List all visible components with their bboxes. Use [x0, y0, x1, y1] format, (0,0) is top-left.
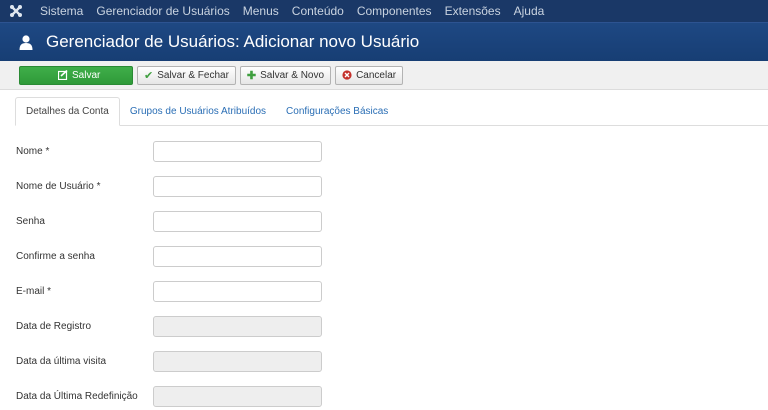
page-title: Gerenciador de Usuários: Adicionar novo …	[46, 32, 420, 51]
confirme-senha-input[interactable]	[153, 245, 322, 267]
edit-icon	[58, 70, 68, 80]
tab-grupos-usuarios[interactable]: Grupos de Usuários Atribuídos	[120, 97, 276, 125]
save-new-button-label: Salvar & Novo	[260, 69, 325, 81]
nome-usuario-label: Nome de Usuário *	[16, 180, 101, 192]
top-navbar: Sistema Gerenciador de Usuários Menus Co…	[0, 0, 768, 22]
ultima-redefinicao-label: Data da Última Redefinição	[16, 390, 138, 402]
save-button-label: Salvar	[72, 69, 101, 81]
menu-item-extensoes[interactable]: Extensões	[439, 0, 508, 22]
joomla-logo-icon[interactable]	[8, 3, 24, 19]
tab-detalhes-conta[interactable]: Detalhes da Conta	[15, 97, 120, 126]
nome-usuario-input[interactable]	[153, 175, 322, 197]
page-header: Gerenciador de Usuários: Adicionar novo …	[0, 22, 768, 61]
save-new-button[interactable]: ✚ Salvar & Novo	[239, 65, 332, 85]
data-registro-field	[153, 315, 322, 337]
plus-icon: ✚	[246, 69, 257, 82]
tab-configuracoes-basicas[interactable]: Configurações Básicas	[276, 97, 398, 125]
ultima-visita-label: Data da última visita	[16, 355, 107, 367]
form-row-ultima-visita: Data da última visita	[16, 350, 322, 372]
form-row-nome-usuario: Nome de Usuário *	[16, 175, 322, 197]
ultima-visita-field	[153, 350, 322, 372]
cancel-circle-icon	[342, 70, 352, 80]
menu-item-menus[interactable]: Menus	[237, 0, 286, 22]
form-row-email: E-mail *	[16, 280, 322, 302]
save-button[interactable]: Salvar	[19, 65, 133, 85]
email-label: E-mail *	[16, 285, 52, 297]
form-row-data-registro: Data de Registro	[16, 315, 322, 337]
nome-label: Nome *	[16, 145, 50, 157]
menu-item-conteudo[interactable]: Conteúdo	[286, 0, 351, 22]
form-row-nome: Nome *	[16, 140, 322, 162]
form-row-ultima-redefinicao: Data da Última Redefinição	[16, 385, 322, 407]
toolbar: Salvar ✔ Salvar & Fechar ✚ Salvar & Novo…	[0, 61, 768, 90]
main-menu: Sistema Gerenciador de Usuários Menus Co…	[34, 0, 551, 22]
form-row-confirme-senha: Confirme a senha	[16, 245, 322, 267]
menu-item-ajuda[interactable]: Ajuda	[508, 0, 552, 22]
email-input[interactable]	[153, 280, 322, 302]
senha-input[interactable]	[153, 210, 322, 232]
senha-label: Senha	[16, 215, 45, 227]
cancel-button[interactable]: Cancelar	[335, 65, 404, 85]
cancel-button-label: Cancelar	[356, 69, 397, 81]
save-close-button-label: Salvar & Fechar	[157, 69, 229, 81]
menu-item-componentes[interactable]: Componentes	[351, 0, 439, 22]
nome-input[interactable]	[153, 140, 322, 162]
confirme-senha-label: Confirme a senha	[16, 250, 95, 262]
save-close-button[interactable]: ✔ Salvar & Fechar	[137, 65, 236, 85]
tab-bar: Detalhes da Conta Grupos de Usuários Atr…	[15, 97, 768, 126]
checkmark-icon: ✔	[144, 69, 154, 82]
form-row-senha: Senha	[16, 210, 322, 232]
menu-item-sistema[interactable]: Sistema	[34, 0, 90, 22]
data-registro-label: Data de Registro	[16, 320, 92, 332]
menu-item-gerenciador-usuarios[interactable]: Gerenciador de Usuários	[90, 0, 236, 22]
user-icon	[18, 34, 34, 50]
ultima-redefinicao-field	[153, 385, 322, 407]
